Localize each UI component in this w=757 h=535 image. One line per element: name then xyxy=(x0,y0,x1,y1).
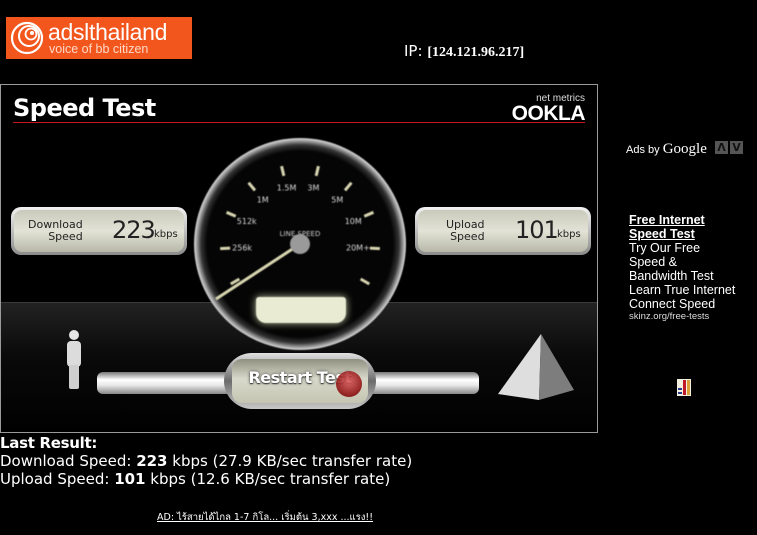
ad-prev-button[interactable]: Λ xyxy=(715,141,728,154)
ad-headline-line2[interactable]: Speed Test xyxy=(629,227,755,241)
gauge-tick-label: 1M xyxy=(257,196,269,205)
ip-address: IP: [124.121.96.217] xyxy=(404,42,524,61)
gauge-tick xyxy=(359,277,371,286)
gauge-tick-label: 1.5M xyxy=(277,184,297,193)
restart-test-button[interactable]: Restart Test xyxy=(224,353,376,409)
site-logo[interactable]: adslthailand voice of bb citizen xyxy=(6,17,192,59)
gauge-tick xyxy=(369,246,380,251)
gauge-tick-label: 5M xyxy=(331,196,343,205)
speed-test-title: Speed Test xyxy=(13,94,156,122)
text-ad[interactable]: Free Internet Speed Test Try Our Free Sp… xyxy=(629,213,755,323)
download-speed-readout: Download Speed 223 kbps xyxy=(11,207,187,255)
ad-url[interactable]: skinz.org/free-tests xyxy=(629,311,755,323)
download-label: Download Speed xyxy=(28,218,83,243)
gauge-tick xyxy=(225,210,237,218)
gauge-tick-label: 512k xyxy=(237,217,257,226)
record-dot-icon xyxy=(336,371,362,397)
upload-label: Upload Speed xyxy=(446,218,485,243)
title-divider xyxy=(13,122,585,123)
gauge-status-window xyxy=(256,297,346,323)
last-result-heading: Last Result: xyxy=(0,434,98,452)
gauge-tick-label: 20M+ xyxy=(346,243,370,252)
signal-rings-icon xyxy=(10,21,44,55)
ad-body-line: Connect Speed xyxy=(629,297,716,311)
speed-test-panel: Speed Test net metrics OOKLA LINE SPEED … xyxy=(0,84,598,433)
gauge-tick xyxy=(343,181,353,192)
logo-tagline: voice of bb citizen xyxy=(49,42,149,56)
ookla-logo[interactable]: net metrics OOKLA xyxy=(503,93,586,125)
upload-value: 101 xyxy=(515,216,559,244)
gauge-tick xyxy=(220,246,231,251)
upload-result-value: 101 xyxy=(114,470,146,488)
ookla-wordmark: OOKLA xyxy=(511,102,586,125)
gauge-hub xyxy=(290,234,310,254)
ad-body-line: Bandwidth Test xyxy=(629,269,714,283)
footer-ad-link[interactable]: AD: ไร้สายได้ไกล 1-7 กิโล... เริ่มต้น 3,… xyxy=(157,510,373,525)
google-wordmark: Google xyxy=(662,141,707,157)
server-pyramid-icon xyxy=(498,334,574,400)
user-figure-icon xyxy=(67,330,81,389)
last-result: Last Result: Download Speed: 223 kbps (2… xyxy=(0,434,412,488)
gauge-tick xyxy=(314,165,320,177)
flag-badge-icon xyxy=(677,379,691,396)
download-unit: kbps xyxy=(154,229,178,240)
ads-by-google[interactable]: Ads by Google xyxy=(626,141,707,158)
ad-body-line: Speed & xyxy=(629,255,677,269)
gauge-tick-label: 3M xyxy=(307,184,319,193)
upload-speed-readout: Upload Speed 101 kbps xyxy=(415,207,591,255)
upload-result-line: Upload Speed: 101 kbps (12.6 KB/sec tran… xyxy=(0,470,391,488)
download-result-value: 223 xyxy=(136,452,168,470)
upload-unit: kbps xyxy=(557,229,581,240)
ad-headline-line1[interactable]: Free Internet xyxy=(629,213,755,227)
ip-label: IP: xyxy=(404,42,423,60)
gauge-needle xyxy=(215,242,301,301)
gauge-tick xyxy=(280,165,286,177)
ad-body-line: Try Our Free xyxy=(629,241,701,255)
download-result-line: Download Speed: 223 kbps (27.9 KB/sec tr… xyxy=(0,452,413,470)
ip-value: [124.121.96.217] xyxy=(427,45,525,60)
gauge-tick xyxy=(247,181,257,192)
download-value: 223 xyxy=(112,216,156,244)
ad-next-button[interactable]: V xyxy=(730,141,743,154)
ad-body-line: Learn True Internet xyxy=(629,283,736,297)
gauge-tick-label: 256k xyxy=(232,243,252,252)
gauge-tick-label: 10M xyxy=(345,217,362,226)
gauge-tick xyxy=(363,210,375,218)
